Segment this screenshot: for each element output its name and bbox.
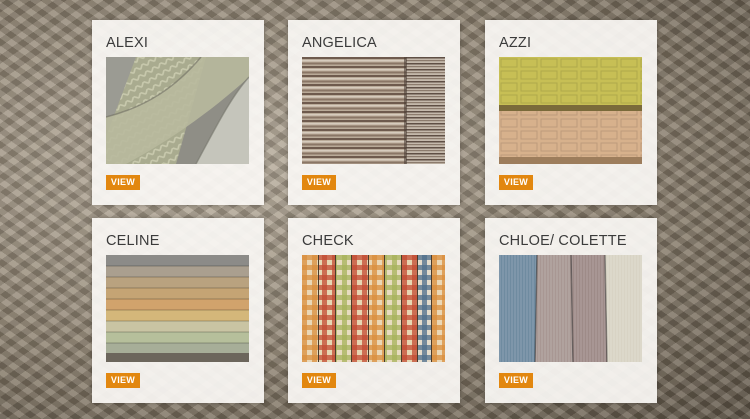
view-button[interactable]: VIEW	[499, 373, 533, 388]
product-title: CELINE	[106, 233, 160, 249]
view-button[interactable]: VIEW	[106, 175, 140, 190]
view-button[interactable]: VIEW	[106, 373, 140, 388]
view-button[interactable]: VIEW	[302, 373, 336, 388]
product-title: CHLOE/ COLETTE	[499, 233, 627, 249]
product-card-check[interactable]: CHECK VIEW	[288, 218, 460, 403]
fabric-swatch-image[interactable]	[302, 255, 445, 362]
fabric-swatch-image[interactable]	[106, 255, 249, 362]
product-title: CHECK	[302, 233, 354, 249]
product-card-chloe-colette[interactable]: CHLOE/ COLETTE VIEW	[485, 218, 657, 403]
view-button[interactable]: VIEW	[499, 175, 533, 190]
fabric-swatch-image[interactable]	[499, 255, 642, 362]
product-card-celine[interactable]: CELINE VIEW	[92, 218, 264, 403]
fabric-grid: ALEXI VIEW ANGELICA VIEW AZZI VIEW CELIN…	[0, 0, 750, 419]
product-title: ALEXI	[106, 35, 149, 51]
product-card-azzi[interactable]: AZZI VIEW	[485, 20, 657, 205]
view-button[interactable]: VIEW	[302, 175, 336, 190]
product-card-angelica[interactable]: ANGELICA VIEW	[288, 20, 460, 205]
fabric-swatch-image[interactable]	[302, 57, 445, 164]
product-title: ANGELICA	[302, 35, 377, 51]
fabric-swatch-image[interactable]	[499, 57, 642, 164]
product-title: AZZI	[499, 35, 532, 51]
product-card-alexi[interactable]: ALEXI VIEW	[92, 20, 264, 205]
fabric-swatch-image[interactable]	[106, 57, 249, 164]
